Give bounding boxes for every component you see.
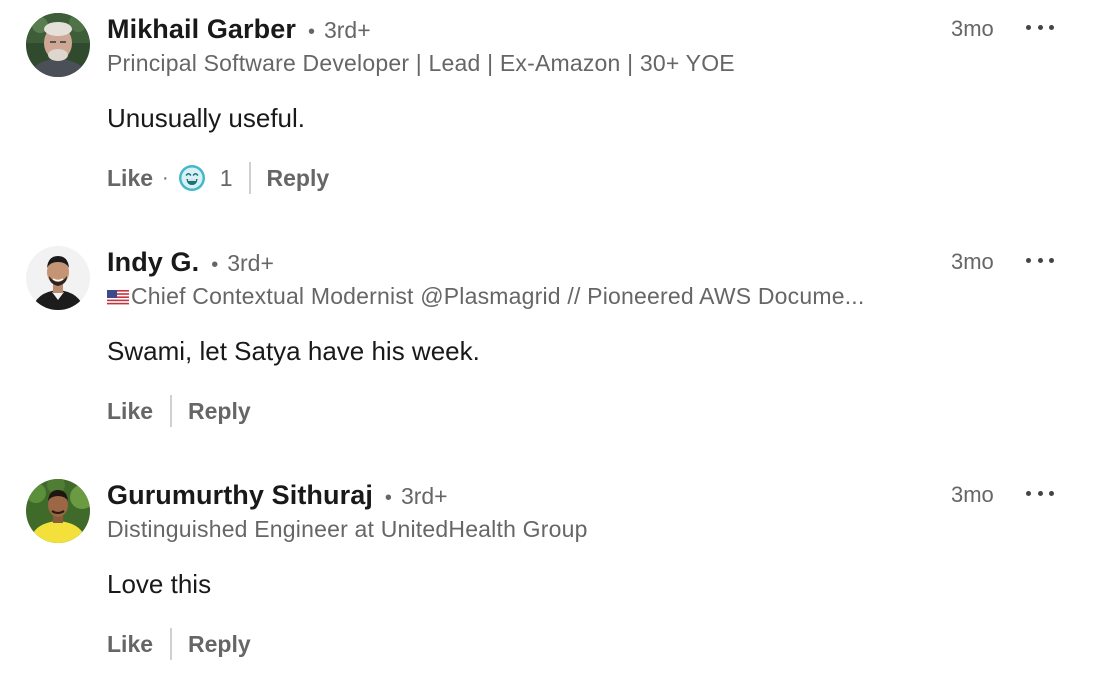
comment-text: Swami, let Satya have his week. [107, 336, 480, 366]
comment-time: 3mo [951, 249, 994, 274]
comment-actions: Like Reply [107, 626, 251, 662]
comment-mikhail-garber: Mikhail Garber • 3rd+ Principal Software… [0, 0, 1096, 233]
reply-button[interactable]: Reply [188, 398, 251, 425]
author-name[interactable]: Indy G. [107, 247, 199, 278]
avatar-photo-gurumurthy [26, 479, 90, 543]
comment-time: 3mo [951, 16, 994, 41]
name-line: Mikhail Garber • 3rd+ [107, 14, 371, 48]
author-headline: Distinguished Engineer at UnitedHealth G… [107, 516, 588, 542]
funny-face-icon[interactable] [178, 164, 206, 192]
reply-button[interactable]: Reply [188, 631, 251, 658]
author-name[interactable]: Mikhail Garber [107, 14, 296, 45]
action-dot: · [162, 166, 169, 189]
reply-button[interactable]: Reply [267, 165, 330, 192]
like-button[interactable]: Like [107, 631, 153, 658]
name-line: Indy G. • 3rd+ [107, 247, 274, 281]
avatar-photo-indy [26, 246, 90, 310]
comment-time: 3mo [951, 482, 994, 507]
avatar[interactable] [26, 246, 90, 310]
avatar-photo-mikhail [26, 13, 90, 77]
connection-degree: 3rd+ [227, 250, 274, 276]
like-button[interactable]: Like [107, 398, 153, 425]
us-flag-icon [107, 284, 129, 311]
more-options-icon[interactable] [1024, 482, 1056, 504]
more-options-icon[interactable] [1024, 16, 1056, 38]
connection-degree: 3rd+ [323, 17, 371, 43]
comment-text: Love this [107, 569, 212, 599]
avatar[interactable] [26, 13, 90, 77]
divider [248, 162, 251, 194]
connection-degree: 3rd+ [400, 483, 448, 509]
like-button[interactable]: Like [107, 165, 153, 192]
author-headline-container: Chief Contextual Modernist @Plasmagrid /… [107, 283, 864, 311]
author-name[interactable]: Gurumurthy Sithuraj [107, 480, 373, 511]
comment-actions: Like · 1 Reply [107, 160, 329, 196]
author-headline: Chief Contextual Modernist @Plasmagrid /… [131, 283, 865, 309]
reaction-count[interactable]: 1 [220, 165, 233, 192]
avatar[interactable] [26, 479, 90, 543]
comment-indy-g: Indy G. • 3rd+ Chief Contextual Modernis… [0, 233, 1096, 466]
separator-dot: • [384, 487, 392, 509]
comment-actions: Like Reply [107, 393, 251, 429]
author-headline: Principal Software Developer | Lead | Ex… [107, 50, 735, 76]
name-line: Gurumurthy Sithuraj • 3rd+ [107, 480, 448, 514]
divider [170, 395, 173, 427]
divider [170, 628, 173, 660]
comment-gurumurthy-sithuraj: Gurumurthy Sithuraj • 3rd+ Distinguished… [0, 466, 1096, 699]
more-options-icon[interactable] [1024, 249, 1056, 271]
comment-text: Unusually useful. [107, 103, 305, 133]
separator-dot: • [307, 21, 315, 43]
separator-dot: • [211, 254, 219, 276]
